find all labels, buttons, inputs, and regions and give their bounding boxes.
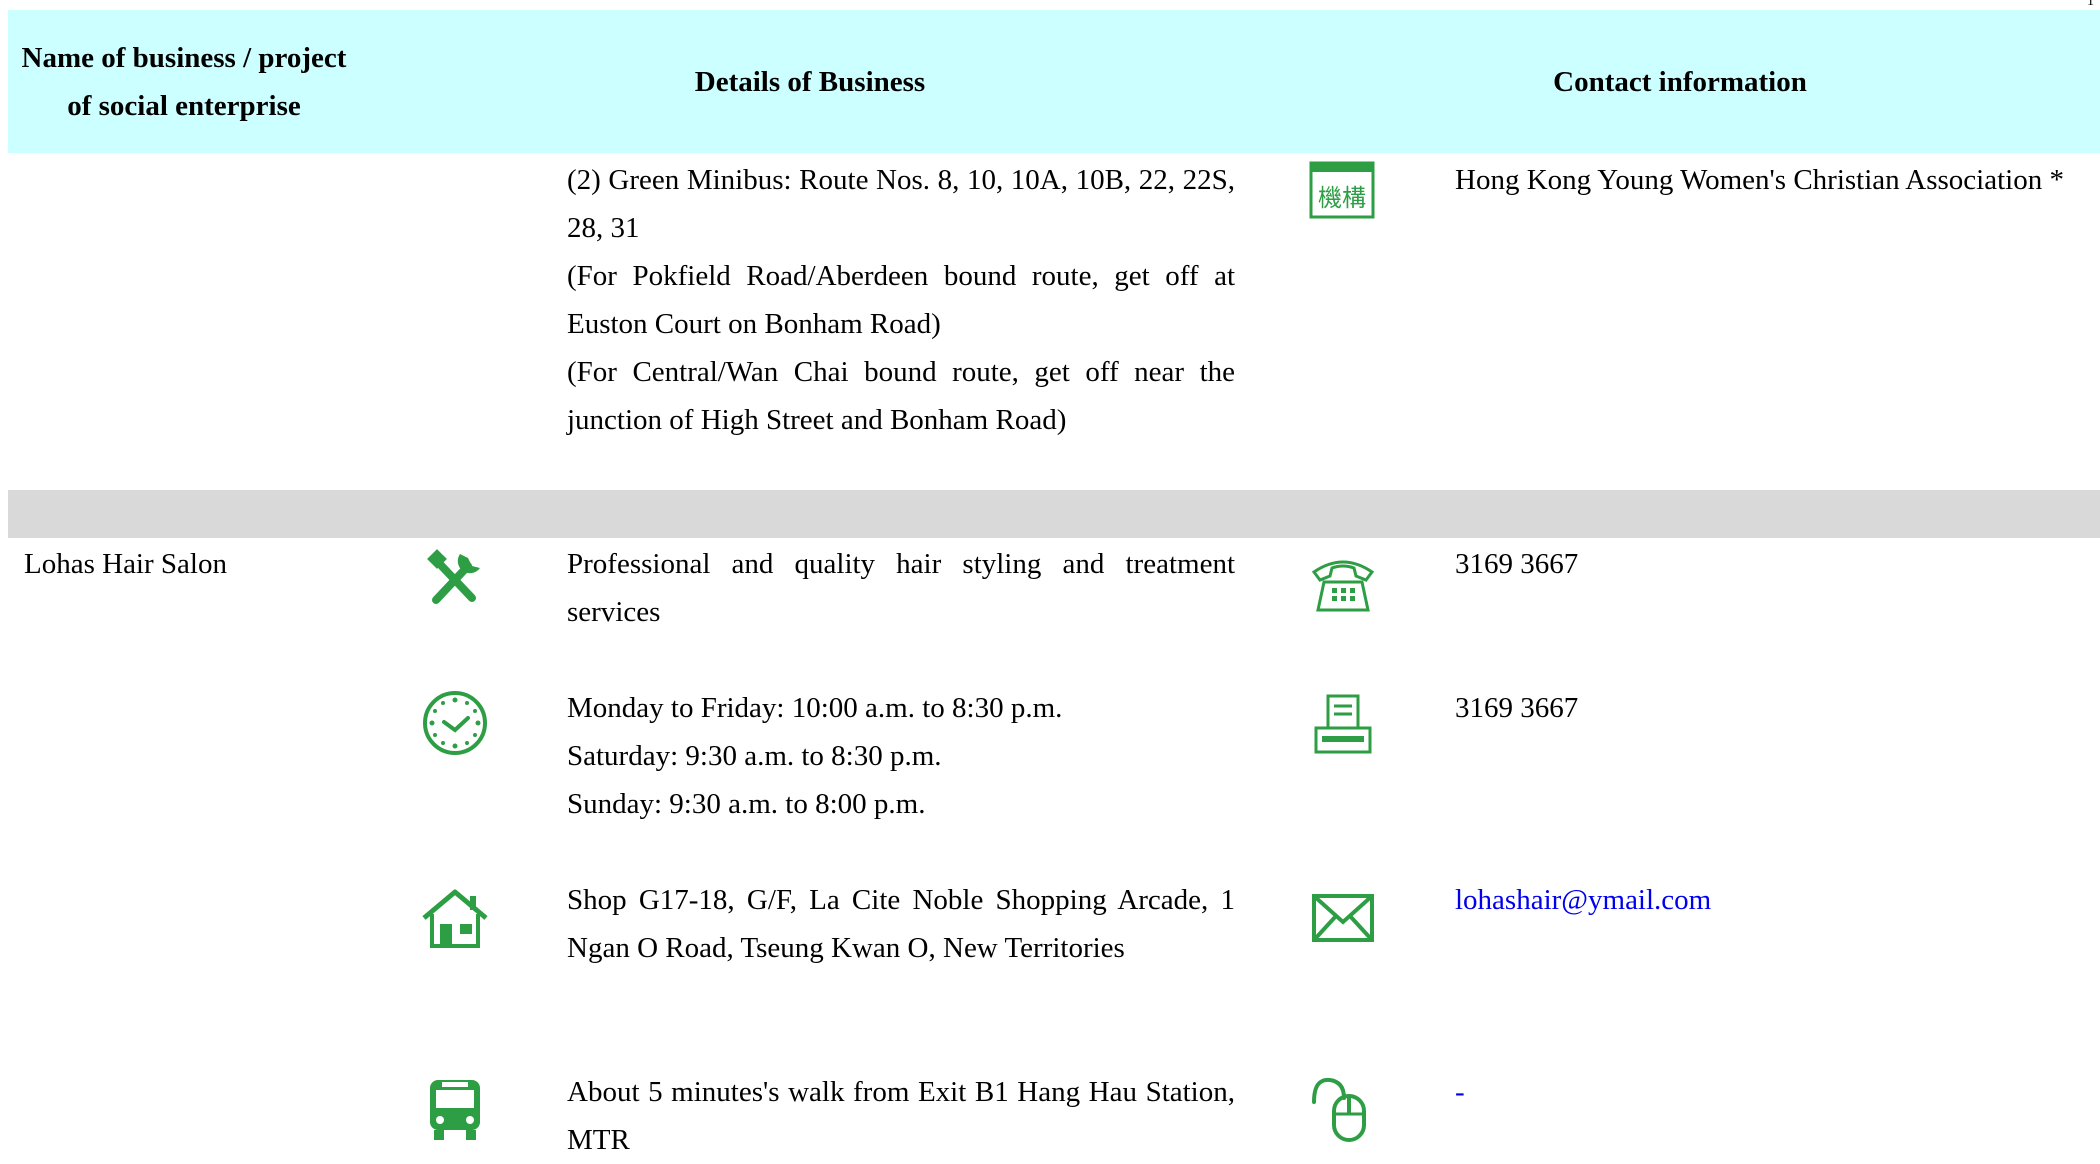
bus-icon bbox=[420, 1074, 490, 1144]
hours-line: Saturday: 9:30 a.m. to 8:30 p.m. bbox=[567, 740, 942, 772]
hours-line: Monday to Friday: 10:00 a.m. to 8:30 p.m… bbox=[567, 692, 1063, 724]
transport-line: (For Pokfield Road/Aberdeen bound route,… bbox=[567, 260, 1235, 340]
fax-number: 3169 3667 bbox=[1455, 692, 1579, 724]
website-link[interactable]: - bbox=[1455, 1068, 2100, 1116]
page-number: 1 bbox=[2087, 0, 2094, 9]
organisation-icon: 機構 bbox=[1308, 160, 1376, 220]
phone-number: 3169 3667 bbox=[1455, 548, 1579, 580]
mail-icon bbox=[1310, 890, 1376, 946]
tools-icon bbox=[420, 544, 490, 614]
table-header: Name of business / project of social ent… bbox=[8, 10, 2100, 153]
transport-details-prev: (2) Green Minibus: Route Nos. 8, 10, 10A… bbox=[567, 156, 1235, 444]
opening-hours: Monday to Friday: 10:00 a.m. to 8:30 p.m… bbox=[567, 684, 1235, 828]
fax-icon bbox=[1310, 692, 1376, 756]
header-contact-column: Contact information bbox=[1553, 65, 1807, 98]
phone-icon bbox=[1308, 548, 1378, 618]
house-icon bbox=[420, 884, 490, 954]
transport-details: About 5 minutes's walk from Exit B1 Hang… bbox=[567, 1076, 1235, 1156]
organisation-name: Hong Kong Young Women's Christian Associ… bbox=[1455, 164, 2064, 196]
mouse-icon bbox=[1310, 1072, 1376, 1144]
header-name-column: Name of business / project of social ent… bbox=[21, 41, 347, 122]
hours-line: Sunday: 9:30 a.m. to 8:00 p.m. bbox=[567, 788, 926, 820]
service-description: Professional and quality hair styling an… bbox=[567, 548, 1235, 628]
business-name: Lohas Hair Salon bbox=[24, 548, 227, 580]
transport-line: (For Central/Wan Chai bound route, get o… bbox=[567, 356, 1235, 436]
email-link[interactable]: lohashair@ymail.com bbox=[1455, 876, 2100, 924]
row-separator bbox=[8, 490, 2100, 538]
header-details-column: Details of Business bbox=[694, 65, 926, 98]
clock-icon bbox=[420, 688, 490, 758]
transport-line: (2) Green Minibus: Route Nos. 8, 10, 10A… bbox=[567, 164, 1235, 244]
organisation-icon-label: 機構 bbox=[1318, 184, 1366, 212]
address: Shop G17-18, G/F, La Cite Noble Shopping… bbox=[567, 884, 1235, 964]
